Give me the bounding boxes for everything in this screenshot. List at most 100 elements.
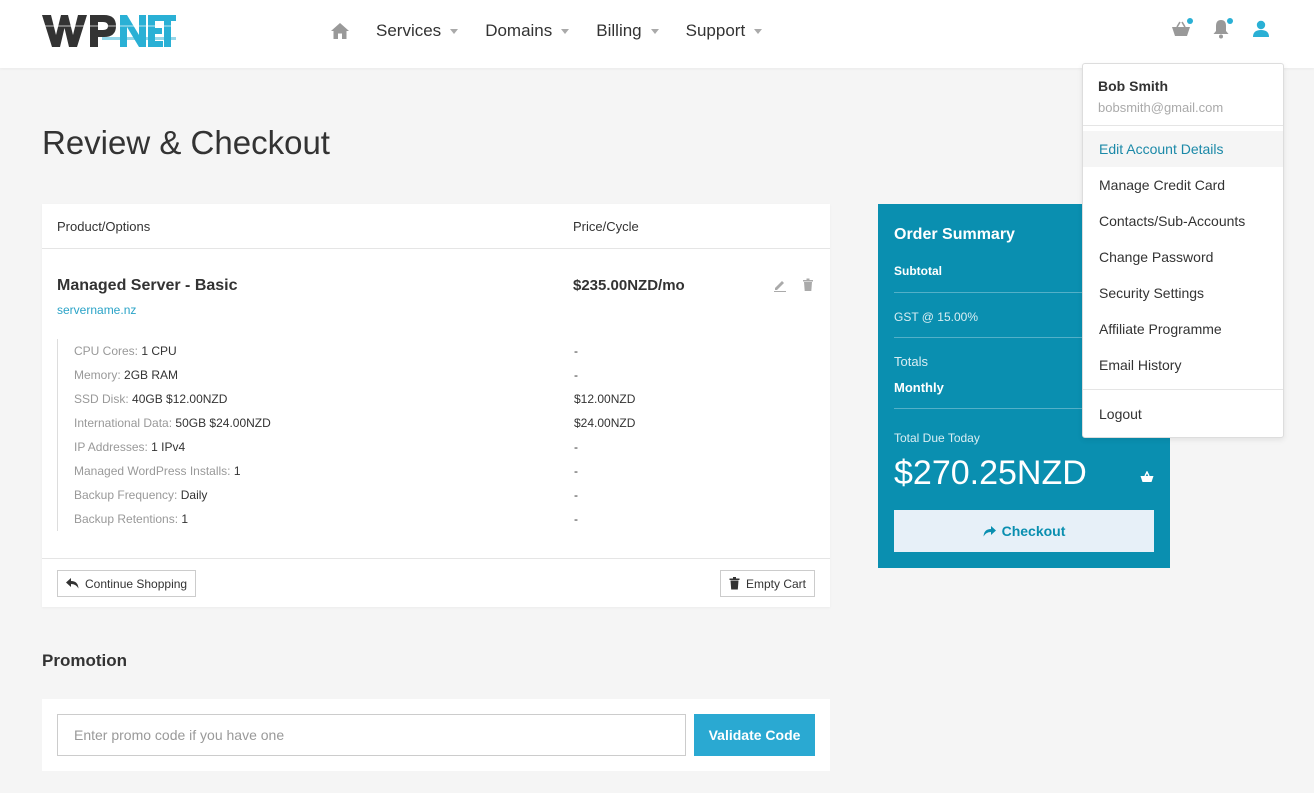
menu-item-email-history[interactable]: Email History xyxy=(1083,347,1283,383)
validate-code-button[interactable]: Validate Code xyxy=(694,714,815,756)
edit-pencil-icon[interactable] xyxy=(773,278,787,292)
option-label: IP Addresses: xyxy=(74,440,148,454)
checkout-button[interactable]: Checkout xyxy=(894,510,1154,552)
menu-item-manage-credit-card[interactable]: Manage Credit Card xyxy=(1083,167,1283,203)
notification-dot xyxy=(1227,18,1233,24)
notification-dot xyxy=(1187,18,1193,24)
top-header: Services Domains Billing Support xyxy=(0,0,1314,68)
menu-item-edit-account-details[interactable]: Edit Account Details xyxy=(1083,131,1283,167)
option-value: Daily xyxy=(180,488,208,502)
chevron-down-icon xyxy=(450,28,459,34)
option-value: 1 xyxy=(233,464,241,478)
totals-label: Totals xyxy=(894,354,928,369)
option-value: 1 CPU xyxy=(141,344,177,358)
empty-cart-label: Empty Cart xyxy=(746,576,807,591)
menu-item-contacts-sub-accounts[interactable]: Contacts/Sub-Accounts xyxy=(1083,203,1283,239)
product-options-list: CPU Cores: 1 CPU - Memory: 2GB RAM - SSD… xyxy=(57,339,817,531)
option-price: - xyxy=(574,512,578,526)
trash-icon[interactable] xyxy=(802,278,816,292)
option-label: Backup Frequency: xyxy=(74,488,178,502)
chevron-down-icon xyxy=(754,28,763,34)
account-dropdown-menu: Bob Smith bobsmith@gmail.com Edit Accoun… xyxy=(1082,63,1284,438)
option-row: Backup Retentions: 1 - xyxy=(58,507,817,531)
home-icon[interactable] xyxy=(330,21,350,41)
basket-icon[interactable] xyxy=(1170,18,1193,40)
option-label: Backup Retentions: xyxy=(74,512,179,526)
option-row: Memory: 2GB RAM - xyxy=(58,363,817,387)
account-email: bobsmith@gmail.com xyxy=(1098,100,1224,115)
nav-support[interactable]: Support xyxy=(686,21,763,41)
bell-icon[interactable] xyxy=(1210,18,1233,40)
divider xyxy=(1083,389,1283,390)
product-price: $235.00NZD/mo xyxy=(573,277,685,294)
total-due-amount: $270.25NZD xyxy=(894,454,1087,492)
basket-icon xyxy=(1140,471,1154,483)
option-price: $24.00NZD xyxy=(574,416,636,430)
menu-item-affiliate-programme[interactable]: Affiliate Programme xyxy=(1083,311,1283,347)
option-row: Managed WordPress Installs: 1 - xyxy=(58,459,817,483)
menu-item-security-settings[interactable]: Security Settings xyxy=(1083,275,1283,311)
chevron-down-icon xyxy=(561,28,570,34)
option-price: - xyxy=(574,368,578,382)
header-icons xyxy=(1170,18,1290,40)
option-label: CPU Cores: xyxy=(74,344,139,358)
subtotal-label: Subtotal xyxy=(894,264,942,278)
nav-domains-label: Domains xyxy=(485,21,553,40)
total-due-label: Total Due Today xyxy=(894,431,980,445)
gst-label: GST @ 15.00% xyxy=(894,310,978,324)
option-row: International Data: 50GB $24.00NZD $24.0… xyxy=(58,411,817,435)
option-price: - xyxy=(574,464,578,478)
nav-support-label: Support xyxy=(685,21,746,40)
option-value: 1 xyxy=(181,512,189,526)
product-actions xyxy=(773,278,831,292)
option-value: 40GB $12.00NZD xyxy=(132,392,228,406)
option-price: - xyxy=(574,344,578,358)
option-label: Managed WordPress Installs: xyxy=(74,464,231,478)
option-row: Backup Frequency: Daily - xyxy=(58,483,817,507)
cart-footer: Continue Shopping Empty Cart xyxy=(42,558,830,607)
cart-panel: Product/Options Price/Cycle Managed Serv… xyxy=(42,204,830,607)
promotion-panel: Validate Code xyxy=(42,699,830,771)
option-value: 1 IPv4 xyxy=(151,440,186,454)
option-label: SSD Disk: xyxy=(74,392,129,406)
order-summary-title: Order Summary xyxy=(894,226,1015,243)
product-domain-link[interactable]: servername.nz xyxy=(57,303,136,317)
divider xyxy=(1083,125,1283,126)
promo-code-input[interactable] xyxy=(57,714,686,756)
option-row: SSD Disk: 40GB $12.00NZD $12.00NZD xyxy=(58,387,817,411)
option-row: IP Addresses: 1 IPv4 - xyxy=(58,435,817,459)
user-icon[interactable] xyxy=(1250,18,1272,40)
option-value: 2GB RAM xyxy=(124,368,179,382)
continue-shopping-label: Continue Shopping xyxy=(85,576,188,591)
page-title: Review & Checkout xyxy=(42,124,330,161)
chevron-down-icon xyxy=(650,28,659,34)
nav-billing-label: Billing xyxy=(596,21,642,40)
menu-item-logout[interactable]: Logout xyxy=(1083,396,1283,432)
option-price: - xyxy=(574,488,578,502)
checkout-label: Checkout xyxy=(1001,523,1066,539)
product-name: Managed Server - Basic xyxy=(57,277,238,294)
option-price: - xyxy=(574,440,578,454)
trash-icon xyxy=(729,577,740,590)
continue-shopping-button[interactable]: Continue Shopping xyxy=(57,570,197,597)
option-value: 50GB $24.00NZD xyxy=(175,416,271,430)
column-header-product: Product/Options xyxy=(57,219,151,234)
account-name: Bob Smith xyxy=(1098,78,1168,94)
nav-billing[interactable]: Billing xyxy=(596,21,659,41)
cart-table-header: Product/Options Price/Cycle xyxy=(42,204,830,249)
nav-services[interactable]: Services xyxy=(376,21,459,41)
promotion-heading: Promotion xyxy=(42,651,127,670)
column-header-price: Price/Cycle xyxy=(573,219,639,234)
option-price: $12.00NZD xyxy=(574,392,636,406)
main-nav: Services Domains Billing Support xyxy=(330,18,789,44)
nav-services-label: Services xyxy=(376,21,442,40)
monthly-label: Monthly xyxy=(894,380,944,395)
option-row: CPU Cores: 1 CPU - xyxy=(58,339,817,363)
share-arrow-icon xyxy=(983,525,996,537)
empty-cart-button[interactable]: Empty Cart xyxy=(720,570,816,597)
option-label: Memory: xyxy=(74,368,121,382)
menu-item-change-password[interactable]: Change Password xyxy=(1083,239,1283,275)
reply-arrow-icon xyxy=(66,578,79,589)
nav-domains[interactable]: Domains xyxy=(485,21,570,41)
wpnet-logo[interactable] xyxy=(42,13,176,49)
